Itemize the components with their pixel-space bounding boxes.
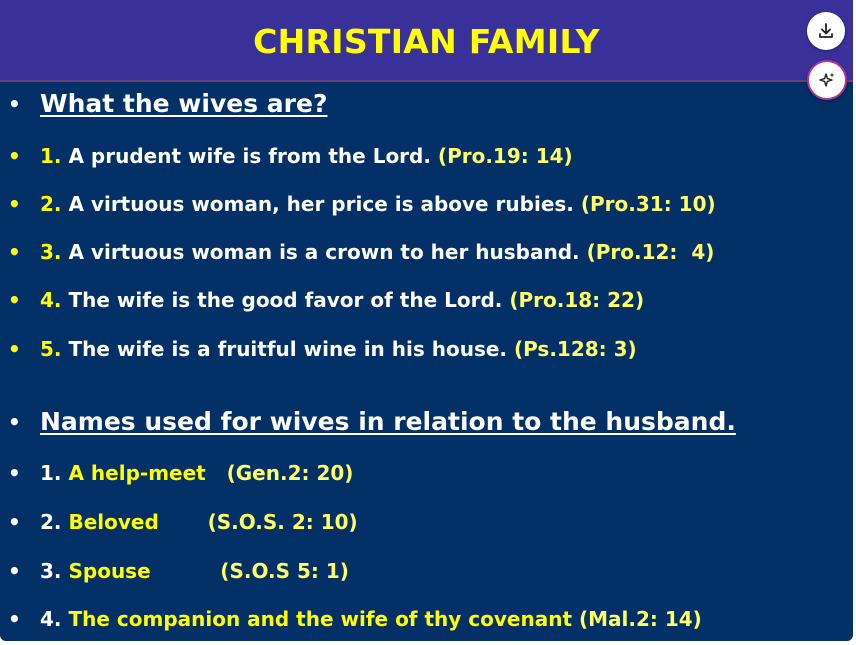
- item-name: Spouse: [61, 559, 151, 583]
- slide: CHRISTIAN FAMILY • What the wives are? •…: [0, 0, 853, 641]
- item-reference: (Mal.2: 14): [578, 607, 702, 631]
- item-text: A prudent wife is from the Lord.: [61, 144, 438, 168]
- item-number: 4.: [40, 288, 62, 312]
- item-number: 1.: [40, 461, 62, 485]
- sparkle-icon: [819, 72, 835, 87]
- item-number: 4.: [40, 607, 62, 631]
- section-heading-text: Names used for wives in relation to the …: [40, 407, 736, 436]
- bullet: •: [8, 92, 21, 116]
- item-text: A virtuous woman, her price is above rub…: [61, 192, 581, 216]
- item-name: A help-meet: [61, 461, 206, 485]
- item-text: The wife is a fruitful wine in his house…: [61, 337, 514, 361]
- item-number: 1.: [40, 144, 62, 168]
- item-name: The companion and the wife of thy covena…: [61, 607, 573, 631]
- item-number: 2.: [40, 510, 62, 534]
- item-reference: (Pro.31: 10): [580, 192, 716, 216]
- item-number: 3.: [40, 559, 62, 583]
- item-reference: (Gen.2: 20): [226, 461, 354, 485]
- item-text: The wife is the good favor of the Lord.: [61, 288, 510, 312]
- item-reference: (Pro.19: 14): [437, 144, 573, 168]
- download-button[interactable]: [807, 12, 845, 50]
- item-reference: (Pro.12: 4): [586, 240, 715, 264]
- slide-title: CHRISTIAN FAMILY: [253, 22, 600, 61]
- item-number: 3.: [40, 240, 62, 264]
- item-number: 5.: [40, 337, 62, 361]
- item-reference: (Ps.128: 3): [513, 337, 637, 361]
- item-reference: (Pro.18: 22): [509, 288, 645, 312]
- download-icon: [819, 23, 833, 38]
- item-reference: (S.O.S. 2: 10): [207, 510, 358, 534]
- section-heading-text: What the wives are?: [40, 89, 328, 118]
- item-number: 2.: [40, 192, 62, 216]
- ai-assist-button[interactable]: [807, 60, 847, 100]
- title-bar: CHRISTIAN FAMILY: [0, 0, 853, 82]
- item-name: Beloved: [61, 510, 159, 534]
- item-text: A virtuous woman is a crown to her husba…: [61, 240, 587, 264]
- bullet: •: [8, 410, 21, 434]
- item-reference: (S.O.S 5: 1): [220, 559, 349, 583]
